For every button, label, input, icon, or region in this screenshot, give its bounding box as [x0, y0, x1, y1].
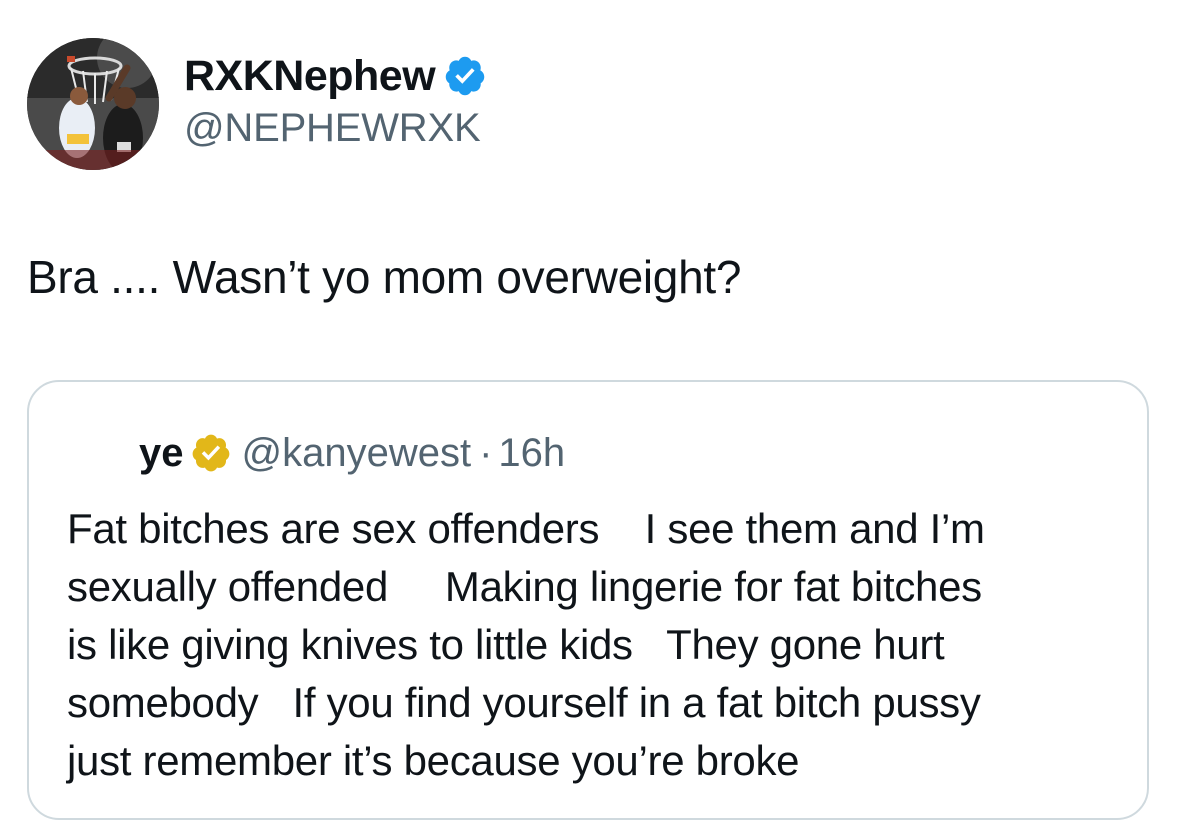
gold-verified-badge-icon	[190, 432, 232, 474]
quoted-text-line: just remember it’s because you’re broke	[67, 737, 800, 784]
author-avatar[interactable]	[27, 38, 159, 170]
tweet-text: Bra .... Wasn’t yo mom overweight?	[27, 251, 742, 303]
quoted-tweet-header: ye @kanyewest · 16h	[139, 428, 565, 478]
author-handle[interactable]: @NEPHEWRXK	[184, 106, 481, 151]
quoted-text-line: sexually offended Making lingerie for fa…	[67, 563, 982, 610]
quoted-tweet-text: Fat bitches are sex offenders I see them…	[67, 500, 1127, 790]
author-name[interactable]: RXKNephew	[184, 52, 436, 101]
avatar-image	[27, 38, 159, 170]
author-name-row: RXKNephew	[184, 48, 487, 104]
separator-dot: ·	[479, 430, 493, 475]
quoted-text-line: Fat bitches are sex offenders I see them…	[67, 505, 985, 552]
quoted-text-line: somebody If you find yourself in a fat b…	[67, 679, 981, 726]
quoted-author-handle[interactable]: @kanyewest	[242, 431, 472, 476]
tweet: RXKNephew @NEPHEWRXK Bra .... Wasn’t yo …	[0, 0, 1179, 834]
quoted-timestamp[interactable]: 16h	[498, 431, 565, 476]
quoted-text-line: is like giving knives to little kids The…	[67, 621, 945, 668]
quoted-tweet-card[interactable]: ye @kanyewest · 16h Fat bitches are sex …	[27, 380, 1149, 820]
quoted-author-name[interactable]: ye	[139, 431, 184, 476]
verified-badge-icon	[443, 54, 487, 98]
